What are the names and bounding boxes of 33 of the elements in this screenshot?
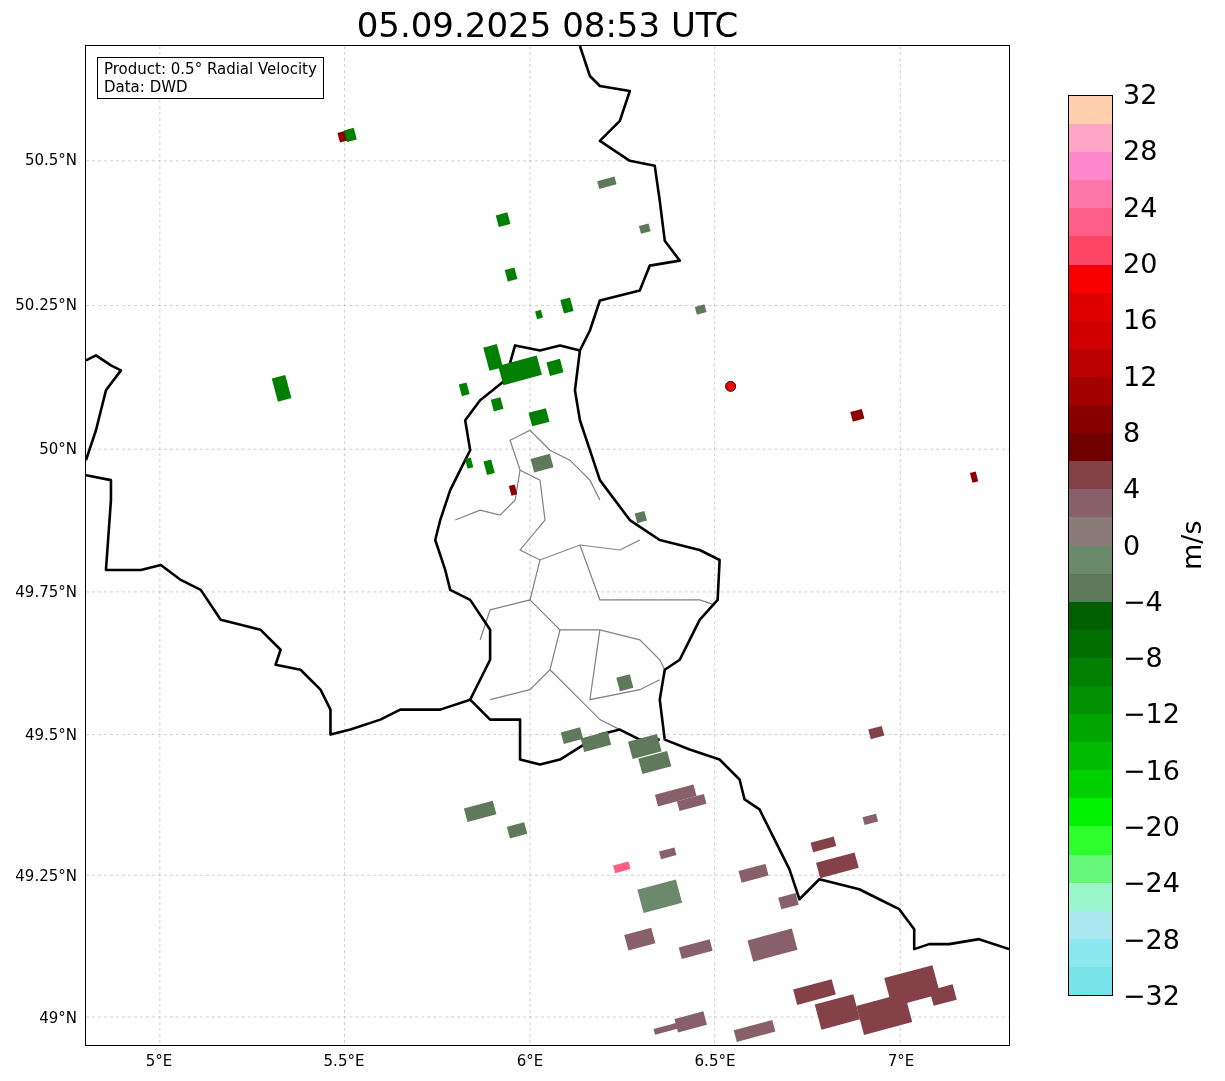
latitude-label: 49.75°N [15,583,77,601]
colorbar-tick-label: −32 [1123,981,1180,1011]
latitude-label: 50.25°N [15,296,77,314]
longitude-label: 5.5°E [323,1052,365,1070]
colorbar-tick-label: 20 [1123,248,1158,279]
info-text: Product: 0.5° Radial Velocity [104,60,317,78]
colorbar-tick-label: −4 [1123,586,1163,617]
longitude-label: 6°E [516,1052,544,1070]
colorbar-tick-label: 0 [1123,530,1141,561]
colorbar-tick-label: 8 [1123,417,1141,448]
longitude-label: 5°E [145,1052,173,1070]
colorbar-tick-label: 16 [1123,305,1158,336]
colorbar-tick-label: 12 [1123,361,1158,392]
colorbar-tick-label: −28 [1123,924,1180,955]
chart-title: 05.09.2025 08:53 UTC [356,5,739,45]
latitude-label: 50°N [39,440,77,458]
colorbar-tick-label: 32 [1123,80,1158,110]
latitude-label: 49°N [39,1009,77,1027]
colorbar-tick-label: −24 [1123,868,1180,899]
colorbar-unit-label: m/s [1175,520,1209,571]
latitude-label: 50.5°N [24,151,77,169]
colorbar-tick-label: −8 [1123,643,1163,674]
latitude-label: 49.5°N [24,726,77,744]
latitude-label: 49.25°N [15,867,77,885]
colorbar-tick-label: 4 [1123,474,1141,505]
info-text: Data: DWD [104,78,189,96]
longitude-label: 6.5°E [694,1052,736,1070]
colorbar-tick-label: −20 [1123,812,1180,843]
longitude-label: 7°E [887,1052,915,1070]
colorbar-tick-label: −16 [1123,755,1180,786]
colorbar-tick-label: −12 [1123,699,1180,730]
colorbar-tick-label: 24 [1123,192,1158,223]
colorbar-tick-label: 28 [1123,136,1158,167]
